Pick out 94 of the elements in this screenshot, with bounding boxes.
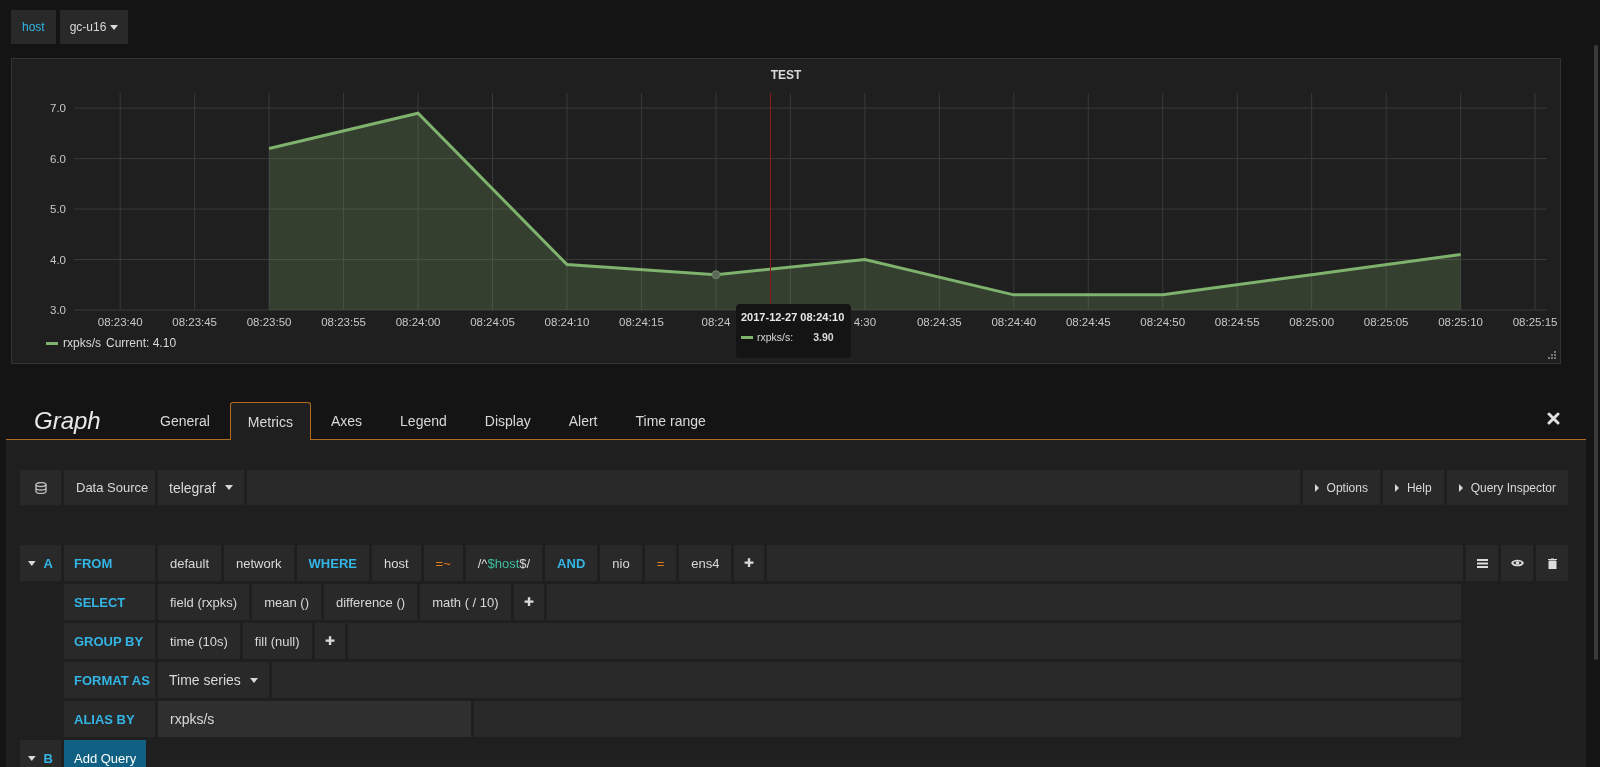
trash-icon — [1547, 557, 1557, 569]
panel-title: TEST — [769, 67, 803, 84]
editor-tab[interactable]: Axes — [312, 402, 381, 438]
caret-icon — [110, 24, 119, 30]
toolbar-button[interactable]: Options — [1302, 470, 1380, 505]
x-tick-label: 4:30 — [853, 316, 877, 328]
database-icon — [34, 481, 47, 494]
x-tick-label: 08:23:55 — [321, 316, 366, 328]
query-segment[interactable]: field (rxpks) — [158, 584, 250, 620]
query-segment[interactable]: network — [224, 545, 294, 581]
query-segment[interactable]: default — [158, 545, 222, 581]
query-segment[interactable]: nio — [600, 545, 642, 581]
tooltip-series: rxpks/s: — [757, 331, 794, 343]
y-tick-label: 4.0 — [50, 253, 66, 266]
x-tick-label: 08:25:00 — [1289, 316, 1335, 328]
query-keyword: FROM — [64, 545, 155, 581]
hover-point — [711, 270, 721, 280]
caret-icon — [224, 485, 233, 490]
editor-tab[interactable]: General — [142, 402, 228, 438]
operator-segment[interactable]: = — [644, 545, 677, 581]
x-tick-label: 08:24:15 — [619, 316, 664, 328]
query-keyword: FORMAT AS — [64, 662, 155, 698]
database-icon-button[interactable] — [20, 470, 61, 505]
menu-icon — [1476, 558, 1488, 568]
x-tick-label: 08:23:40 — [97, 316, 143, 328]
query-segment[interactable]: time (10s) — [158, 623, 240, 659]
query-keyword: ALIAS BY — [64, 701, 155, 737]
menu-icon-button[interactable] — [1466, 545, 1498, 581]
add-query-button[interactable]: Add Query — [64, 740, 147, 767]
x-tick-label: 08:24:05 — [470, 316, 515, 328]
x-tick-label: 08:24:55 — [1214, 316, 1260, 328]
caret-right-icon — [1314, 483, 1319, 492]
editor-tab[interactable]: Alert — [550, 402, 616, 438]
variable-label: host — [11, 10, 56, 44]
tooltip-time: 2017-12-27 08:24:10 — [741, 311, 846, 323]
add-segment-button[interactable]: ✚ — [734, 545, 765, 581]
editor-tab[interactable]: Time range — [617, 402, 724, 438]
x-tick-label: 08:24:50 — [1140, 316, 1186, 328]
query-segment[interactable]: host — [371, 545, 421, 581]
query-segment[interactable]: /^$host$/ — [465, 545, 543, 581]
query-keyword: WHERE — [296, 545, 369, 581]
trash-icon-button[interactable] — [1536, 545, 1568, 581]
alias-input[interactable]: rxpks/s — [158, 701, 471, 737]
query-segment[interactable]: difference () — [324, 584, 418, 620]
editor-tab[interactable]: Legend — [382, 402, 465, 438]
toolbar-button[interactable]: Query Inspector — [1446, 470, 1568, 505]
toolbar-button[interactable]: Help — [1382, 470, 1444, 505]
x-tick-label: 08:24:35 — [916, 316, 962, 328]
x-tick-label: 08:24:10 — [544, 316, 590, 328]
variable-dropdown[interactable]: gc-u16 — [59, 10, 129, 44]
x-tick-label: 08:24:40 — [991, 316, 1037, 328]
resize-handle-icon[interactable] — [1547, 350, 1556, 359]
query-keyword: SELECT — [64, 584, 155, 620]
y-tick-label: 3.0 — [50, 304, 66, 316]
y-tick-label: 7.0 — [50, 102, 66, 115]
y-tick-label: 5.0 — [50, 203, 66, 216]
x-tick-label: 08:24:45 — [1065, 316, 1111, 328]
eye-icon — [1510, 559, 1524, 567]
operator-segment[interactable]: =~ — [423, 545, 463, 581]
x-tick-label: 08:24:00 — [395, 316, 441, 328]
editor-tab[interactable]: Metrics — [229, 402, 311, 440]
legend-current-value: Current: 4.10 — [106, 336, 177, 350]
editor-tab[interactable]: Display — [466, 402, 549, 438]
query-toggle[interactable]: B — [20, 740, 61, 767]
query-keyword: AND — [545, 545, 598, 581]
data-source-dropdown[interactable]: telegraf — [158, 470, 244, 505]
caret-right-icon — [1458, 483, 1463, 492]
x-tick-label: 08:23:45 — [172, 316, 217, 328]
query-toggle[interactable]: A — [20, 545, 61, 581]
scrollbar[interactable] — [1594, 45, 1598, 660]
add-segment-button[interactable]: ✚ — [314, 623, 345, 659]
query-segment[interactable]: ens4 — [679, 545, 732, 581]
x-tick-label: 08:23:50 — [246, 316, 292, 328]
legend-series[interactable]: rxpks/s — [63, 336, 101, 350]
query-segment[interactable]: math ( / 10) — [420, 584, 511, 620]
query-segment[interactable]: fill (null) — [242, 623, 312, 659]
caret-icon — [28, 755, 36, 761]
data-source-label: Data Source — [64, 470, 155, 505]
x-tick-label: 08:25:05 — [1363, 316, 1409, 328]
query-segment[interactable]: mean () — [252, 584, 321, 620]
close-icon[interactable] — [1547, 412, 1560, 425]
format-dropdown[interactable]: Time series — [158, 662, 269, 698]
add-segment-button[interactable]: ✚ — [513, 584, 544, 620]
editor-title: Graph — [33, 406, 102, 435]
y-tick-label: 6.0 — [50, 152, 66, 165]
x-tick-label: 08:25:10 — [1438, 316, 1483, 328]
caret-right-icon — [1394, 483, 1399, 492]
caret-icon — [28, 560, 36, 566]
x-tick-label: 08:24 — [701, 316, 731, 328]
eye-icon-button[interactable] — [1501, 545, 1533, 581]
x-tick-label: 08:25:15 — [1512, 316, 1558, 328]
tooltip-value: 3.90 — [813, 331, 834, 343]
query-keyword: GROUP BY — [64, 623, 155, 659]
caret-icon — [249, 677, 258, 683]
